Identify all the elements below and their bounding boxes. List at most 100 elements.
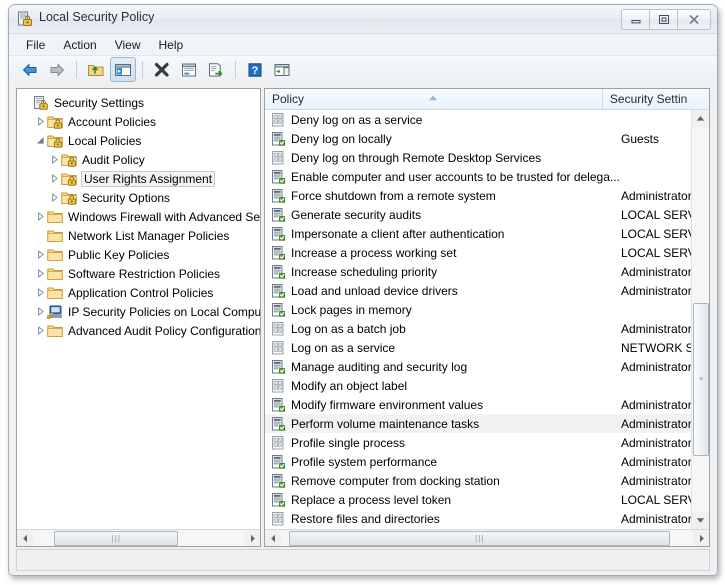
policy-row[interactable]: Restore files and directories Administrat… [265, 509, 692, 528]
list-header: Policy Security Settin [265, 89, 709, 110]
tree-scroll-thumb[interactable]: ||| [54, 531, 179, 546]
policy-security-setting: Administrator [621, 511, 692, 526]
policy-set-icon [270, 492, 286, 508]
policy-list[interactable]: Deny log on as a service Deny log on loc… [265, 110, 692, 529]
list-scroll-thumb[interactable]: ≡ [693, 302, 709, 456]
list-hscroll-track[interactable]: ||| [281, 530, 693, 546]
tree-item-public-key-policies[interactable]: Public Key Policies [17, 245, 260, 264]
tree-item-network-list-manager-policies[interactable]: Network List Manager Policies [17, 226, 260, 245]
tree-expand-icon[interactable] [47, 150, 61, 169]
policy-row[interactable]: Log on as a batch job Administrator [265, 319, 692, 338]
tree-item-security-options[interactable]: Security Options [17, 188, 260, 207]
scroll-grip-icon: ||| [475, 533, 485, 543]
policy-row[interactable]: Lock pages in memory [265, 300, 692, 319]
properties-button[interactable] [176, 57, 202, 82]
list-scroll-down-button[interactable] [692, 512, 709, 529]
policy-row[interactable]: Modify firmware environment values Admini… [265, 395, 692, 414]
tree-scroll-right-button[interactable] [244, 530, 260, 546]
tree-expand-icon[interactable] [47, 188, 61, 207]
policy-row[interactable]: Profile system performance Administrator [265, 452, 692, 471]
policy-row[interactable]: Deny log on locally Guests [265, 129, 692, 148]
tree-expand-icon[interactable] [33, 302, 47, 321]
window-controls [621, 9, 711, 30]
tree-scroll-track[interactable]: ||| [33, 530, 244, 546]
list-scroll-left-button[interactable] [265, 530, 281, 546]
policy-row[interactable]: Modify an object label [265, 376, 692, 395]
policy-folder-icon [47, 114, 63, 130]
policy-name: Remove computer from docking station [291, 473, 500, 488]
tree-expand-icon[interactable] [47, 169, 61, 188]
policy-row[interactable]: Impersonate a client after authenticatio… [265, 224, 692, 243]
maximize-button[interactable] [649, 9, 678, 30]
menu-file[interactable]: File [17, 36, 54, 54]
help-button[interactable]: ? [242, 57, 268, 82]
tree-item-user-rights-assignment[interactable]: User Rights Assignment [17, 169, 260, 188]
policy-row[interactable]: Generate security audits LOCAL SERVIC [265, 205, 692, 224]
policy-name: Restore files and directories [291, 511, 440, 526]
policy-row[interactable]: Enable computer and user accounts to be … [265, 167, 692, 186]
tree-collapse-icon[interactable] [33, 131, 47, 150]
show-action-pane-button[interactable] [269, 57, 295, 82]
tree-item-audit-policy[interactable]: Audit Policy [17, 150, 260, 169]
tree-expand-icon[interactable] [33, 264, 47, 283]
policy-row[interactable]: Deny log on through Remote Desktop Servi… [265, 148, 692, 167]
menu-view[interactable]: View [106, 36, 150, 54]
tree-expand-icon[interactable] [33, 207, 47, 226]
tree-horizontal-scrollbar[interactable]: ||| [17, 529, 260, 546]
column-header-security-setting[interactable]: Security Settin [603, 89, 709, 109]
policy-row[interactable]: Load and unload device drivers Administra… [265, 281, 692, 300]
tree-item-ip-security-policies-on-local-compute[interactable]: IP Security Policies on Local Compute [17, 302, 260, 321]
security-policy-icon [17, 11, 33, 27]
policy-row[interactable]: Force shutdown from a remote system Admin… [265, 186, 692, 205]
tree-item-label: Audit Policy [82, 152, 145, 167]
export-list-button[interactable] [203, 57, 229, 82]
tree-scroll-left-button[interactable] [17, 530, 33, 546]
policy-row[interactable]: Increase a process working set LOCAL SERV… [265, 243, 692, 262]
tree-item-software-restriction-policies[interactable]: Software Restriction Policies [17, 264, 260, 283]
tree-item-security-settings[interactable]: Security Settings [17, 93, 260, 112]
policy-row[interactable]: Deny log on as a service [265, 110, 692, 129]
close-button[interactable] [677, 9, 711, 30]
policy-security-setting: Administrator [621, 416, 692, 431]
tree-expand-icon[interactable] [33, 245, 47, 264]
list-vertical-scrollbar[interactable]: ≡ [691, 110, 709, 529]
policy-set-icon [270, 454, 286, 470]
tree-item-account-policies[interactable]: Account Policies [17, 112, 260, 131]
tree-item-windows-firewall-with-advanced-secu[interactable]: Windows Firewall with Advanced Secu [17, 207, 260, 226]
tree-item-application-control-policies[interactable]: Application Control Policies [17, 283, 260, 302]
policy-name: Profile single process [291, 435, 406, 450]
menu-action[interactable]: Action [54, 36, 105, 54]
policy-row[interactable]: Remove computer from docking station Admi… [265, 471, 692, 490]
tree-expand-icon[interactable] [33, 112, 47, 131]
policy-security-setting: Administrator [621, 397, 692, 412]
policy-row[interactable]: Profile single process Administrator [265, 433, 692, 452]
policy-folder-icon [61, 152, 77, 168]
list-scroll-up-button[interactable] [692, 110, 709, 127]
policy-row[interactable]: Replace a process level token LOCAL SERVI… [265, 490, 692, 509]
minimize-button[interactable] [621, 9, 650, 30]
folder-icon [47, 266, 63, 282]
policy-name: Increase a process working set [291, 245, 457, 260]
policy-row[interactable]: Log on as a service NETWORK SE [265, 338, 692, 357]
console-tree[interactable]: Security Settings Account Policies Local… [17, 89, 260, 529]
policy-name: Log on as a service [291, 340, 396, 355]
policy-row[interactable]: Perform volume maintenance tasks Administ… [265, 414, 692, 433]
policy-row[interactable]: Increase scheduling priority Administrato… [265, 262, 692, 281]
tree-item-label: IP Security Policies on Local Compute [68, 304, 260, 319]
show-hide-tree-button[interactable] [110, 57, 136, 82]
delete-button[interactable] [149, 57, 175, 82]
tree-item-advanced-audit-policy-configuration[interactable]: Advanced Audit Policy Configuration [17, 321, 260, 340]
tree-expand-icon[interactable] [33, 283, 47, 302]
tree-item-local-policies[interactable]: Local Policies [17, 131, 260, 150]
list-scroll-right-button[interactable] [693, 530, 709, 546]
tree-expand-icon[interactable] [33, 321, 47, 340]
policy-row[interactable]: Manage auditing and security log Administ… [265, 357, 692, 376]
forward-button[interactable] [44, 57, 70, 82]
list-horizontal-scrollbar[interactable]: ||| [265, 529, 709, 546]
menu-help[interactable]: Help [150, 36, 193, 54]
list-hscroll-thumb[interactable]: ||| [289, 531, 671, 546]
back-button[interactable] [17, 57, 43, 82]
column-header-policy[interactable]: Policy [265, 89, 603, 109]
policy-name: Increase scheduling priority [291, 264, 438, 279]
up-one-level-button[interactable] [83, 57, 109, 82]
